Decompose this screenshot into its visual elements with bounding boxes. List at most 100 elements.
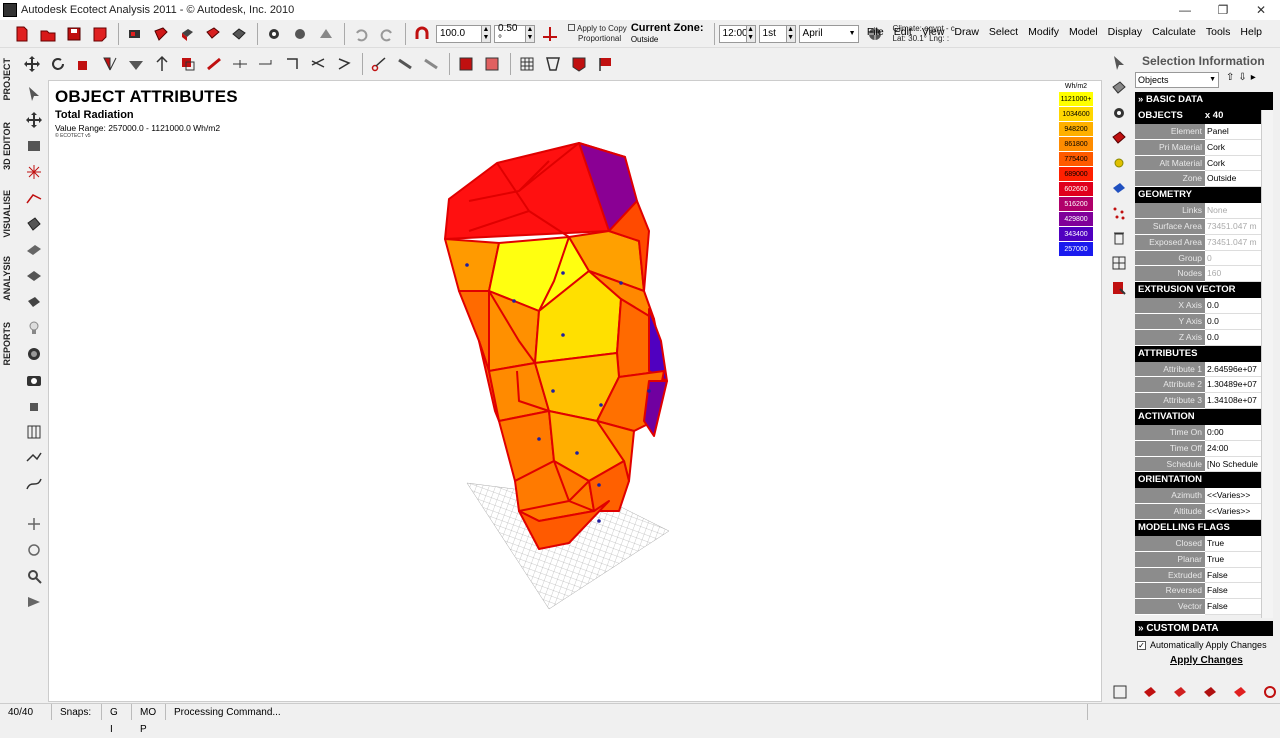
restore-button[interactable]: ❐ bbox=[1204, 0, 1242, 20]
axis-icon[interactable] bbox=[538, 22, 562, 46]
rotate-icon[interactable] bbox=[46, 52, 70, 76]
current-zone[interactable]: Current Zone: Outside bbox=[631, 22, 704, 45]
point-icon[interactable] bbox=[22, 160, 46, 184]
light-icon[interactable] bbox=[22, 316, 46, 340]
copy-icon[interactable] bbox=[176, 52, 200, 76]
trim-icon[interactable] bbox=[332, 52, 356, 76]
selection-pointer-icon[interactable] bbox=[1107, 51, 1131, 75]
menu-help[interactable]: Help bbox=[1240, 26, 1262, 38]
auto-apply-checkbox[interactable]: ✓ bbox=[1137, 640, 1146, 650]
scale-spinner[interactable]: 100.0 ▲ ▼ bbox=[436, 24, 491, 43]
menu-calculate[interactable]: Calculate bbox=[1152, 26, 1196, 38]
custom-data-header[interactable]: » CUSTOM DATA bbox=[1135, 621, 1273, 636]
menu-tools[interactable]: Tools bbox=[1206, 26, 1231, 38]
object-type-select[interactable]: Objects ▼ bbox=[1135, 72, 1219, 88]
view-icon[interactable] bbox=[123, 22, 147, 46]
model-viewport[interactable]: OBJECT ATTRIBUTES Total Radiation Value … bbox=[48, 80, 1102, 702]
line-icon[interactable] bbox=[22, 186, 46, 210]
zone-draw-icon[interactable] bbox=[22, 134, 46, 158]
shaded-icon[interactable] bbox=[201, 22, 225, 46]
time-spinner[interactable]: 12:00 ▲ ▼ bbox=[718, 24, 756, 43]
shadow-icon[interactable] bbox=[288, 22, 312, 46]
section-header[interactable]: ATTRIBUTES bbox=[1135, 345, 1273, 362]
menu-display[interactable]: Display bbox=[1108, 26, 1142, 38]
floor-icon[interactable] bbox=[22, 264, 46, 288]
section-header[interactable]: ORIENTATION bbox=[1135, 472, 1273, 489]
wall-icon[interactable] bbox=[22, 290, 46, 314]
separate-icon[interactable] bbox=[419, 52, 443, 76]
menu-draw[interactable]: Draw bbox=[954, 26, 979, 38]
speaker-icon[interactable] bbox=[22, 342, 46, 366]
render-icon[interactable] bbox=[227, 22, 251, 46]
radiation-model[interactable] bbox=[49, 81, 1103, 703]
export-icon[interactable] bbox=[88, 22, 112, 46]
move-icon[interactable] bbox=[20, 52, 44, 76]
grid-object-icon[interactable] bbox=[22, 420, 46, 444]
tab-analysis[interactable]: ANALYSIS bbox=[2, 256, 12, 301]
tab-visualise[interactable]: VISUALISE bbox=[2, 190, 12, 238]
section-header[interactable]: ACTIVATION bbox=[1135, 408, 1273, 425]
section-header[interactable]: MODELLING FLAGS bbox=[1135, 519, 1273, 536]
minimize-button[interactable]: — bbox=[1166, 0, 1204, 20]
scale-icon[interactable] bbox=[72, 52, 96, 76]
wireframe-icon[interactable] bbox=[1108, 680, 1132, 704]
sun-icon[interactable] bbox=[1107, 151, 1131, 175]
appliance-icon[interactable] bbox=[22, 394, 46, 418]
grid-spinner[interactable]: 0.50 ° ▲ ▼ bbox=[494, 23, 535, 45]
section-header[interactable]: EXTRUSION VECTOR bbox=[1135, 282, 1273, 299]
apply-changes-button[interactable]: Apply Changes bbox=[1170, 655, 1243, 666]
cut-icon[interactable] bbox=[367, 52, 391, 76]
open-file-icon[interactable] bbox=[36, 22, 60, 46]
join-icon[interactable] bbox=[393, 52, 417, 76]
particles-icon[interactable] bbox=[1107, 201, 1131, 225]
ungroup-icon[interactable] bbox=[480, 52, 504, 76]
menu-model[interactable]: Model bbox=[1069, 26, 1098, 38]
section-header[interactable]: GEOMETRY bbox=[1135, 187, 1273, 204]
section-header[interactable]: » BASIC DATA bbox=[1135, 92, 1273, 108]
menu-modify[interactable]: Modify bbox=[1028, 26, 1059, 38]
solid-icon[interactable] bbox=[1168, 680, 1192, 704]
magnet-icon[interactable] bbox=[410, 22, 434, 46]
redo-icon[interactable] bbox=[375, 22, 399, 46]
corner-icon[interactable] bbox=[280, 52, 304, 76]
cloud-icon[interactable] bbox=[1228, 680, 1252, 704]
target-icon[interactable] bbox=[1258, 680, 1280, 704]
curve-icon[interactable] bbox=[22, 472, 46, 496]
properties-scrollbar[interactable] bbox=[1261, 110, 1273, 618]
mirror-icon[interactable] bbox=[98, 52, 122, 76]
apply-copy-checkbox[interactable] bbox=[568, 23, 575, 31]
roof-icon[interactable] bbox=[22, 238, 46, 262]
snap-line-icon[interactable] bbox=[228, 52, 252, 76]
menu-view[interactable]: View bbox=[922, 26, 945, 38]
undo-icon[interactable] bbox=[349, 22, 373, 46]
day-spinner[interactable]: 1st ▲ ▼ bbox=[758, 24, 796, 43]
sun-path-icon[interactable] bbox=[262, 22, 286, 46]
model-icon[interactable] bbox=[175, 22, 199, 46]
tab-project[interactable]: PROJECT bbox=[2, 58, 12, 101]
grid-snap-icon[interactable] bbox=[515, 52, 539, 76]
zone-management-icon[interactable] bbox=[1107, 126, 1131, 150]
fly-icon[interactable] bbox=[22, 590, 46, 614]
group-icon[interactable] bbox=[454, 52, 478, 76]
settings-gear-icon[interactable] bbox=[1107, 101, 1131, 125]
pointer-icon[interactable] bbox=[22, 82, 46, 106]
reflection-icon[interactable] bbox=[314, 22, 338, 46]
orbit-icon[interactable] bbox=[22, 512, 46, 536]
close-button[interactable]: ✕ bbox=[1242, 0, 1280, 20]
tab-3d-editor[interactable]: 3D EDITOR bbox=[2, 122, 12, 170]
camera-icon[interactable] bbox=[22, 368, 46, 392]
tab-reports[interactable]: REPORTS bbox=[2, 322, 12, 366]
volume-icon[interactable] bbox=[1198, 680, 1222, 704]
material-icon[interactable] bbox=[1107, 76, 1131, 100]
snap-end-icon[interactable] bbox=[254, 52, 278, 76]
array-icon[interactable] bbox=[150, 52, 174, 76]
pan-icon[interactable] bbox=[22, 108, 46, 132]
polyline-icon[interactable] bbox=[22, 446, 46, 470]
plane-icon[interactable] bbox=[22, 212, 46, 236]
flag-icon[interactable] bbox=[593, 52, 617, 76]
tag-icon[interactable] bbox=[567, 52, 591, 76]
extrude-icon[interactable] bbox=[124, 52, 148, 76]
link-icon[interactable] bbox=[202, 52, 226, 76]
auto-apply-option[interactable]: ✓ Automatically Apply Changes bbox=[1137, 640, 1267, 650]
spin-icon[interactable] bbox=[22, 538, 46, 562]
